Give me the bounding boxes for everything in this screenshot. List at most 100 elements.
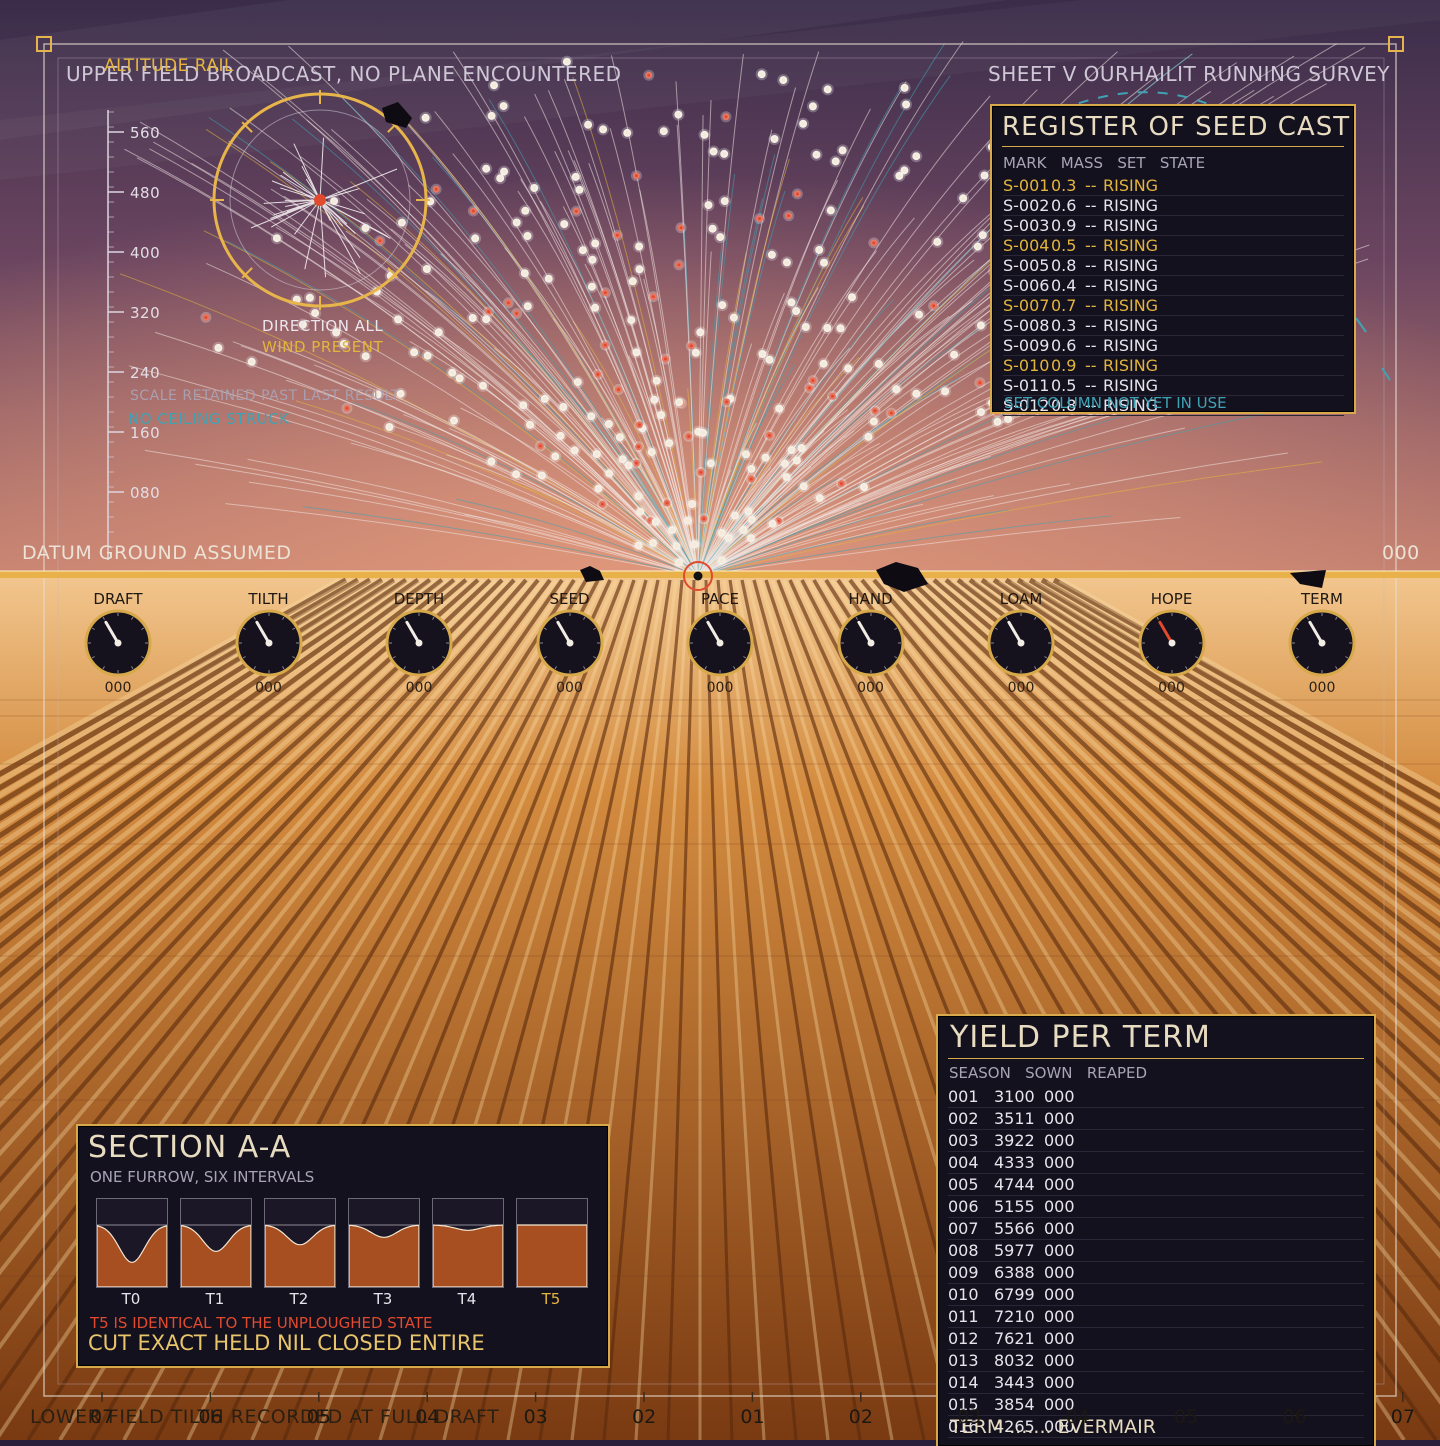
section-interval	[516, 1198, 588, 1288]
lower-field-tick: 07	[90, 1406, 114, 1428]
yield-reaped: 000	[1044, 1350, 1094, 1371]
interval-label: T3	[348, 1290, 418, 1308]
ceiling-note: NO CEILING STRUCK	[128, 410, 289, 428]
yield-row: 0096388000	[948, 1262, 1364, 1284]
yield-row: 0138032000	[948, 1350, 1364, 1372]
seed-set: --	[1085, 176, 1103, 195]
lower-field-tick: 05	[307, 1406, 331, 1428]
yield-sown: 7210	[994, 1306, 1044, 1327]
seed-set: --	[1085, 256, 1103, 275]
section-interval	[264, 1198, 336, 1288]
gauge-label: PACE	[655, 590, 785, 608]
section-interval	[180, 1198, 252, 1288]
seed-state: RISING	[1103, 356, 1183, 375]
seed-register-row: S-0010.3--RISING	[1003, 176, 1344, 196]
yield-row: 0106799000	[948, 1284, 1364, 1306]
seed-register-row: S-0110.5--RISING	[1003, 376, 1344, 396]
seed-register-panel: REGISTER OF SEED CAST MARK MASS SET STAT…	[990, 104, 1356, 414]
seed-mark: S-009	[1003, 336, 1051, 355]
seed-mark: S-008	[1003, 316, 1051, 335]
furrow-profile	[349, 1199, 419, 1287]
section-interval	[348, 1198, 420, 1288]
lower-field-tick: 07	[1391, 1406, 1415, 1428]
seed-mass: 0.9	[1051, 216, 1085, 235]
seed-state: RISING	[1103, 196, 1183, 215]
yield-sown: 7621	[994, 1328, 1044, 1349]
altitude-tick-label: 320	[130, 304, 160, 322]
seed-mass: 0.6	[1051, 196, 1085, 215]
section-status: CUT EXACT HELD NIL CLOSED ENTIRE	[88, 1331, 485, 1355]
yield-sown: 5977	[994, 1240, 1044, 1261]
yield-season: 001	[948, 1086, 994, 1107]
gauge-depth: DEPTH000	[354, 590, 484, 696]
yield-row: 0117210000	[948, 1306, 1364, 1328]
seed-mark: S-010	[1003, 356, 1051, 375]
direction-label: DIRECTION ALL	[262, 317, 383, 335]
yield-season: 002	[948, 1108, 994, 1129]
section-interval	[432, 1198, 504, 1288]
seed-register-row: S-0030.9--RISING	[1003, 216, 1344, 236]
yield-reaped: 000	[1044, 1240, 1094, 1261]
seed-mass: 0.3	[1051, 176, 1085, 195]
seed-mass: 0.6	[1051, 336, 1085, 355]
yield-reaped: 000	[1044, 1196, 1094, 1217]
gauge-label: TERM	[1257, 590, 1387, 608]
col-sown: SOWN	[1025, 1064, 1072, 1082]
seed-mass: 0.7	[1051, 296, 1085, 315]
seed-set: --	[1085, 356, 1103, 375]
yield-sown: 6388	[994, 1262, 1044, 1283]
yield-season: 003	[948, 1130, 994, 1151]
section-note: T5 IS IDENTICAL TO THE UNPLOUGHED STATE	[90, 1314, 433, 1332]
seed-mark: S-011	[1003, 376, 1051, 395]
lower-field-tick: 02	[849, 1406, 873, 1428]
lower-field-tick: 06	[198, 1406, 222, 1428]
yield-sown: 4333	[994, 1152, 1044, 1173]
yield-row: 0085977000	[948, 1240, 1364, 1262]
furrow-profile	[97, 1199, 167, 1287]
seed-register-row: S-0100.9--RISING	[1003, 356, 1344, 376]
gauge-value: 000	[1257, 680, 1387, 696]
gauge-value: 000	[655, 680, 785, 696]
yield-header: SEASON SOWN REAPED	[949, 1064, 1147, 1082]
section-panel: SECTION A-A ONE FURROW, SIX INTERVALS T0…	[76, 1124, 610, 1368]
section-subtitle: ONE FURROW, SIX INTERVALS	[90, 1168, 314, 1186]
seed-set: --	[1085, 216, 1103, 235]
yield-reaped: 000	[1044, 1108, 1094, 1129]
yield-row: 0143443000	[948, 1372, 1364, 1394]
gauge-hand: HAND000	[806, 590, 936, 696]
gauge-dial	[384, 608, 454, 678]
gauge-value: 000	[204, 680, 334, 696]
seed-mass: 0.3	[1051, 316, 1085, 335]
seed-set: --	[1085, 376, 1103, 395]
yield-season: 010	[948, 1284, 994, 1305]
yield-season: 009	[948, 1262, 994, 1283]
yield-reaped: 000	[1044, 1086, 1094, 1107]
seed-register-row: S-0040.5--RISING	[1003, 236, 1344, 256]
seed-set: --	[1085, 276, 1103, 295]
gauge-value: 000	[505, 680, 635, 696]
gauge-label: HAND	[806, 590, 936, 608]
gauge-dial	[234, 608, 304, 678]
yield-reaped: 000	[1044, 1174, 1094, 1195]
seed-mark: S-005	[1003, 256, 1051, 275]
col-set: SET	[1117, 154, 1145, 172]
yield-sown: 5566	[994, 1218, 1044, 1239]
gauge-value: 000	[53, 680, 183, 696]
seed-register-row: S-0050.8--RISING	[1003, 256, 1344, 276]
yield-reaped: 000	[1044, 1218, 1094, 1239]
lower-field-tick: 03	[524, 1406, 548, 1428]
gauge-dial	[685, 608, 755, 678]
col-reaped: REAPED	[1087, 1064, 1147, 1082]
seed-set: --	[1085, 236, 1103, 255]
yield-sown: 3922	[994, 1130, 1044, 1151]
yield-title: YIELD PER TERM	[950, 1020, 1211, 1055]
yield-row: 0054744000	[948, 1174, 1364, 1196]
yield-row: 0065155000	[948, 1196, 1364, 1218]
yield-season: 012	[948, 1328, 994, 1349]
seed-set: --	[1085, 296, 1103, 315]
yield-row: 0127621000	[948, 1328, 1364, 1350]
yield-sown: 6799	[994, 1284, 1044, 1305]
yield-season: 006	[948, 1196, 994, 1217]
yield-season: 014	[948, 1372, 994, 1393]
yield-sown: 5155	[994, 1196, 1044, 1217]
